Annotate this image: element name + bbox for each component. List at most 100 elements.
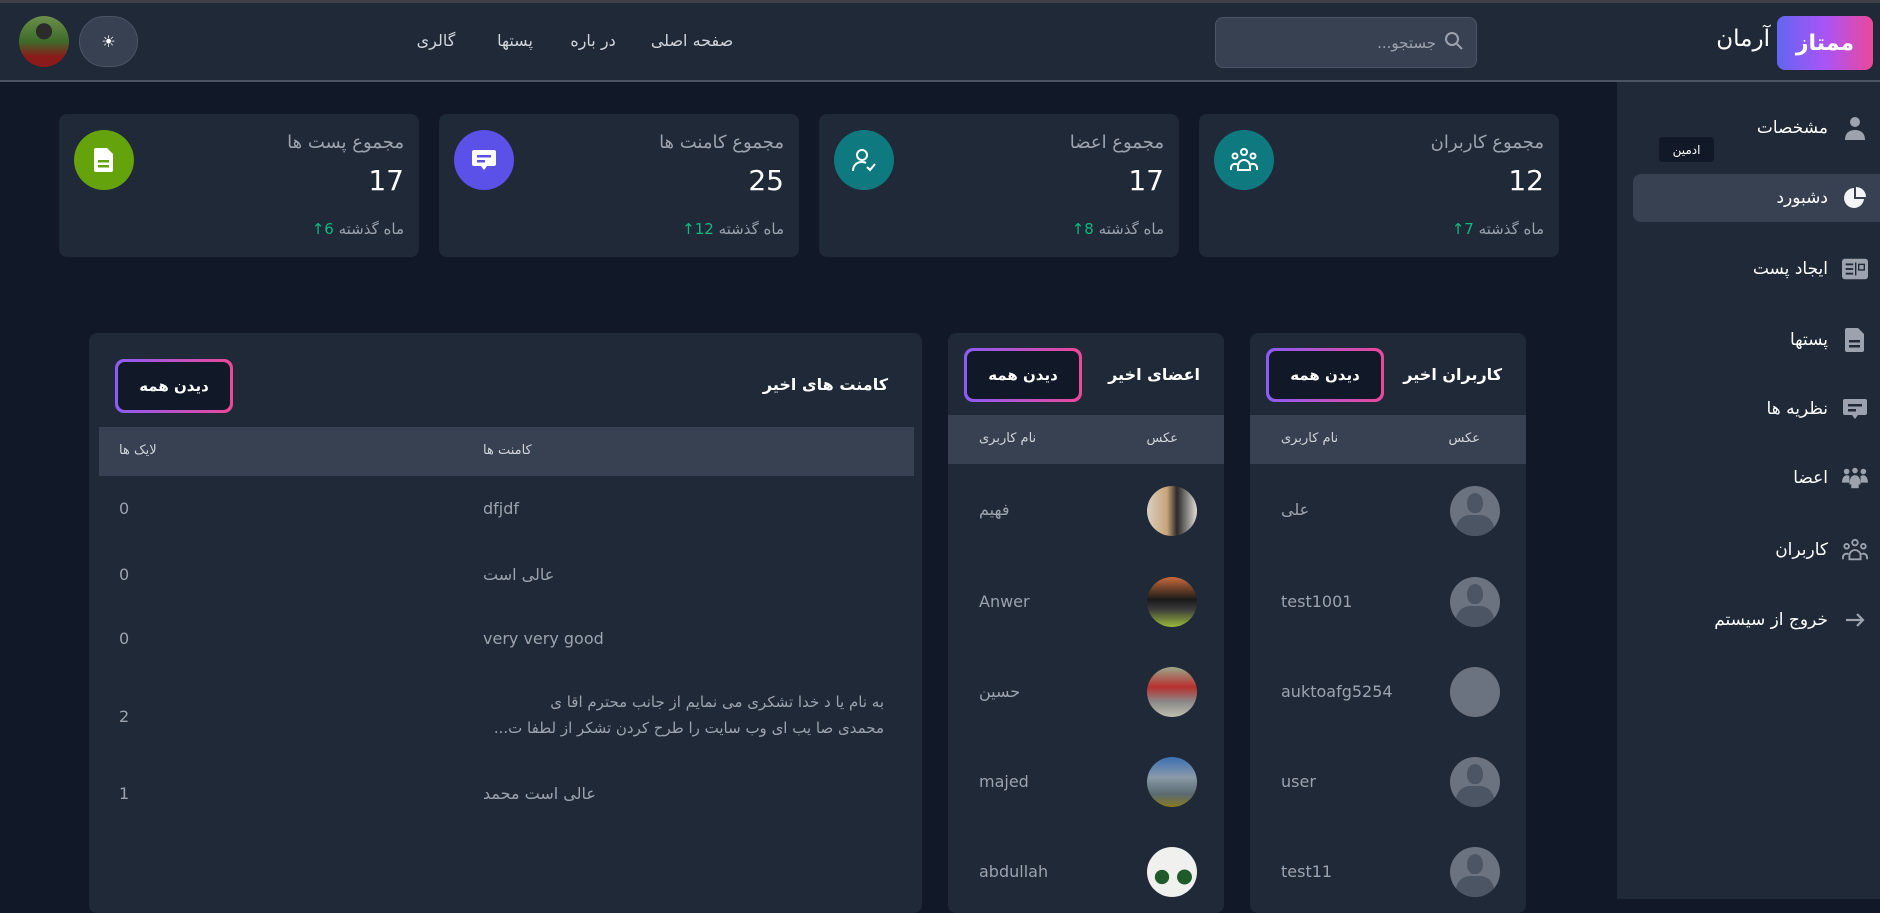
- nav-home[interactable]: صفحه اصلی: [651, 31, 733, 50]
- stat-card-users: مجموع کاربران 12 ماه گذشته 7↑: [1199, 114, 1559, 257]
- top-bar: [0, 0, 1880, 82]
- nav-gallery[interactable]: گالری: [417, 31, 456, 50]
- pie-chart-icon: [1842, 185, 1868, 211]
- nav-about[interactable]: در باره: [570, 31, 615, 50]
- panel-title: کامنت های اخیر: [762, 375, 888, 394]
- username: علی: [1281, 500, 1310, 519]
- likes-count: 2: [119, 707, 130, 726]
- stat-period: ماه گذشته: [1098, 220, 1164, 238]
- sidebar-item-dashboard[interactable]: دشبورد: [1633, 174, 1880, 222]
- sidebar-item-label: دشبورد: [1776, 188, 1828, 208]
- comment-text-line2: محمدی صا یب ای وب سایت را طرح کردن تشکر …: [493, 719, 884, 737]
- comment-icon: [1842, 396, 1868, 422]
- sidebar-item-posts[interactable]: پستها: [1633, 316, 1880, 364]
- stat-footer: ماه گذشته 6↑: [312, 220, 404, 238]
- stat-card-comments: مجموع کامنت ها 25 ماه گذشته 12↑: [439, 114, 799, 257]
- logo-button[interactable]: ممتاز: [1777, 16, 1873, 70]
- username: test11: [1281, 862, 1333, 881]
- member-avatar: [1147, 667, 1197, 717]
- username: majed: [979, 772, 1029, 791]
- username: test1001: [1281, 592, 1353, 611]
- stat-footer: ماه گذشته 12↑: [682, 220, 784, 238]
- sidebar-item-comments[interactable]: نظریه ها: [1633, 385, 1880, 433]
- stat-value: 25: [748, 164, 784, 197]
- users-icon: [1214, 130, 1274, 190]
- stat-value: 17: [368, 164, 404, 197]
- sidebar-item-label: ایجاد پست: [1752, 259, 1828, 279]
- column-header-username: نام کاربری: [1281, 431, 1339, 446]
- button-label: دیدن همه: [118, 362, 230, 410]
- sidebar-item-users[interactable]: کاربران: [1633, 526, 1880, 574]
- stat-period: ماه گذشته: [718, 220, 784, 238]
- stat-title: مجموع اعضا: [1069, 132, 1164, 153]
- search-input[interactable]: [1256, 33, 1436, 52]
- panel-title: اعضای اخیر: [1108, 365, 1200, 384]
- column-header-likes: لایک ها: [119, 443, 157, 458]
- search-box[interactable]: [1215, 17, 1477, 68]
- recent-comments-panel: کامنت های اخیر دیدن همه کامنت ها لایک ها…: [89, 333, 922, 913]
- likes-count: 0: [119, 565, 130, 584]
- view-all-users-button[interactable]: دیدن همه: [1266, 348, 1384, 402]
- member-avatar: [1147, 847, 1197, 897]
- stat-period: ماه گذشته: [338, 220, 404, 238]
- sidebar-item-logout[interactable]: خروج از سیستم: [1633, 596, 1880, 644]
- stat-value: 12: [1508, 164, 1544, 197]
- username: فهیم: [979, 500, 1010, 519]
- theme-toggle-button[interactable]: ☀: [79, 16, 138, 67]
- username: user: [1281, 772, 1316, 791]
- newspaper-icon: [1842, 256, 1868, 282]
- stat-footer: ماه گذشته 8↑: [1072, 220, 1164, 238]
- username: auktoafg5254: [1281, 682, 1393, 701]
- comment-text: به نام یا د خدا تشکری می نمایم از جانب م…: [550, 693, 884, 711]
- view-all-comments-button[interactable]: دیدن همه: [115, 359, 233, 413]
- sidebar-item-label: اعضا: [1793, 468, 1828, 488]
- document-icon: [74, 130, 134, 190]
- sidebar-item-label: کاربران: [1775, 540, 1828, 560]
- sidebar-item-profile[interactable]: ادمین مشخصات: [1633, 104, 1880, 162]
- column-header-photo: عکس: [1146, 431, 1178, 446]
- stat-title: مجموع کاربران: [1430, 132, 1544, 153]
- likes-count: 0: [119, 629, 130, 648]
- nav-posts[interactable]: پستها: [497, 31, 533, 50]
- arrow-right-icon: [1842, 607, 1868, 633]
- sidebar-item-label: مشخصات: [1756, 118, 1828, 138]
- recent-users-panel: کاربران اخیر دیدن همه عکس نام کاربری علی…: [1250, 333, 1526, 913]
- view-all-members-button[interactable]: دیدن همه: [964, 348, 1082, 402]
- sidebar-item-create-post[interactable]: ایجاد پست: [1633, 245, 1880, 293]
- column-header-photo: عکس: [1448, 431, 1480, 446]
- table-header: عکس نام کاربری: [948, 415, 1224, 464]
- sidebar-item-members[interactable]: اعضا: [1633, 454, 1880, 502]
- brand-name[interactable]: آرمان: [1700, 26, 1770, 52]
- admin-badge: ادمین: [1659, 137, 1714, 162]
- stat-value: 17: [1128, 164, 1164, 197]
- column-header-comments: کامنت ها: [483, 443, 532, 458]
- stat-delta: 12: [694, 220, 714, 238]
- arrow-up-icon: ↑: [1071, 220, 1085, 238]
- stat-period: ماه گذشته: [1478, 220, 1544, 238]
- panel-title: کاربران اخیر: [1403, 365, 1502, 384]
- member-avatar: [1147, 486, 1197, 536]
- sidebar-item-label: پستها: [1789, 330, 1828, 350]
- arrow-up-icon: ↑: [682, 220, 695, 238]
- comment-text: very very good: [483, 629, 604, 648]
- button-label: دیدن همه: [1269, 351, 1381, 399]
- default-avatar: [1450, 577, 1500, 627]
- stat-delta: 7: [1464, 220, 1474, 238]
- profile-avatar[interactable]: [19, 16, 69, 67]
- arrow-up-icon: ↑: [1451, 220, 1465, 238]
- arrow-up-icon: ↑: [311, 220, 325, 238]
- column-header-username: نام کاربری: [979, 431, 1037, 446]
- likes-count: 0: [119, 499, 130, 518]
- username: Anwer: [979, 592, 1030, 611]
- stat-title: مجموع کامنت ها: [659, 132, 784, 153]
- table-header: عکس نام کاربری: [1250, 415, 1526, 464]
- comment-text: dfjdf: [483, 499, 520, 518]
- default-avatar: [1450, 757, 1500, 807]
- comment-icon: [454, 130, 514, 190]
- document-icon: [1842, 327, 1868, 353]
- sun-icon: ☀: [101, 32, 116, 51]
- username: حسین: [979, 682, 1021, 701]
- member-avatar: [1147, 577, 1197, 627]
- member-avatar: [1147, 757, 1197, 807]
- table-header: کامنت ها لایک ها: [99, 427, 914, 476]
